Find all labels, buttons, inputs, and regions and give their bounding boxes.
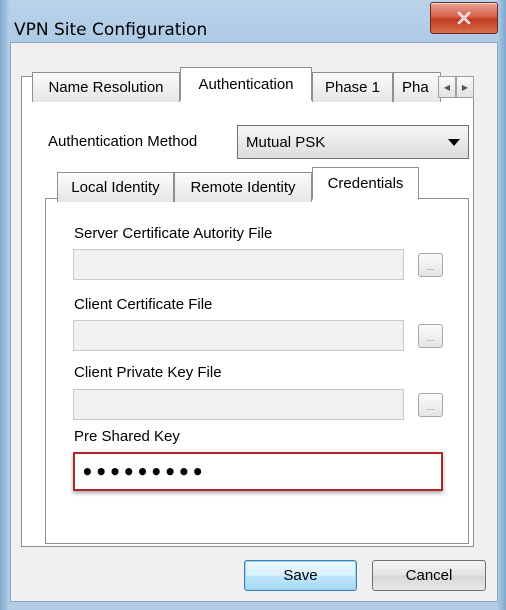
tab-authentication[interactable]: Authentication [180,67,312,101]
tab-label: Authentication [198,75,294,93]
client-private-key-browse-button[interactable]: ... [418,393,443,417]
server-certificate-browse-button[interactable]: ... [418,253,443,277]
tab-label: Credentials [327,175,404,192]
cancel-button[interactable]: Cancel [372,560,486,591]
window-title: VPN Site Configuration [14,20,208,40]
tab-label: Remote Identity [190,179,296,196]
tab-name-resolution[interactable]: Name Resolution [32,72,180,102]
client-certificate-browse-button[interactable]: ... [418,324,443,348]
tab-label: Local Identity [71,179,160,196]
client-private-key-label: Client Private Key File [74,364,222,381]
authentication-method-label: Authentication Method [48,133,198,150]
client-certificate-label: Client Certificate File [74,296,213,313]
pre-shared-key-value: ••••••••• [81,459,206,484]
tab-label: Pha [402,79,429,96]
tab-label: Name Resolution [48,79,164,96]
client-private-key-field[interactable] [73,389,404,420]
arrow-left-icon[interactable]: ◀ [438,76,456,98]
client-certificate-field[interactable] [73,320,404,351]
pre-shared-key-field[interactable]: ••••••••• [73,452,443,491]
close-button[interactable] [430,2,498,34]
save-button[interactable]: Save [244,560,357,591]
chevron-down-icon [448,139,460,146]
tab-scroll-arrows: ◀ ▶ [438,76,474,100]
tab-label: Phase 1 [324,79,381,96]
tab-phase-2[interactable]: Pha [393,72,441,102]
arrow-right-icon[interactable]: ▶ [456,76,474,98]
server-certificate-label: Server Certificate Autority File [74,225,273,242]
pre-shared-key-label: Pre Shared Key [74,428,180,445]
tab-remote-identity[interactable]: Remote Identity [174,172,312,202]
tab-local-identity[interactable]: Local Identity [57,172,174,202]
authentication-method-value: Mutual PSK [246,133,326,151]
server-certificate-field[interactable] [73,249,404,280]
tab-credentials[interactable]: Credentials [312,167,419,200]
window-frame-left [0,0,10,610]
close-icon [457,11,471,25]
cancel-button-label: Cancel [405,567,453,584]
save-button-label: Save [283,567,318,584]
tab-phase-1[interactable]: Phase 1 [312,72,393,102]
authentication-method-select[interactable]: Mutual PSK [237,125,469,159]
